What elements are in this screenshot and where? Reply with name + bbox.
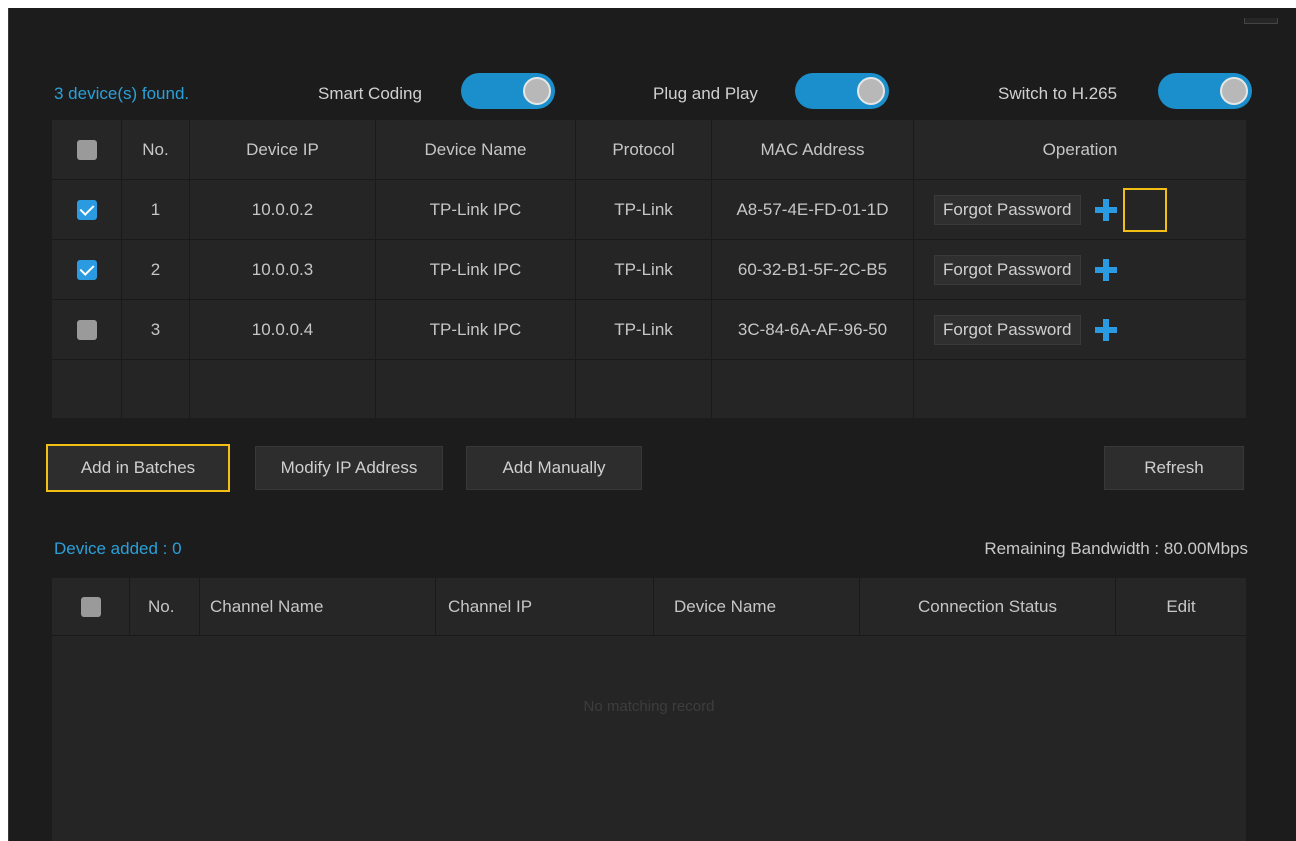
plug-and-play-toggle[interactable] (795, 73, 889, 109)
add-device-plus-icon[interactable] (1094, 318, 1117, 341)
row-checkbox-cell[interactable] (52, 300, 122, 359)
row-checkbox[interactable] (76, 199, 97, 220)
add-device-plus-icon[interactable] (1094, 198, 1117, 221)
row-device-ip: 10.0.0.3 (190, 240, 376, 299)
empty-cell (52, 360, 122, 418)
refresh-button[interactable]: Refresh (1104, 446, 1244, 490)
col-channel-ip: Channel IP (436, 578, 654, 635)
row-device-ip: 10.0.0.2 (190, 180, 376, 239)
toggle-knob (1220, 77, 1248, 105)
row-no: 1 (122, 180, 190, 239)
toggle-knob (857, 77, 885, 105)
row-checkbox-cell[interactable] (52, 240, 122, 299)
forgot-password-button[interactable]: Forgot Password (934, 254, 1081, 285)
smart-coding-label: Smart Coding (318, 84, 422, 103)
row-checkbox-cell[interactable] (52, 180, 122, 239)
empty-cell (576, 360, 712, 418)
row-no: 3 (122, 300, 190, 359)
window-corner-button[interactable] (1244, 18, 1278, 24)
row-checkbox[interactable] (76, 259, 97, 280)
added-devices-table: No. Channel Name Channel IP Device Name … (52, 578, 1246, 841)
col-protocol: Protocol (576, 120, 712, 179)
remaining-bandwidth: Remaining Bandwidth : 80.00Mbps (984, 539, 1248, 558)
table-row[interactable]: 2 10.0.0.3 TP-Link IPC TP-Link 60-32-B1-… (52, 240, 1246, 300)
devices-found-count: 3 device(s) found. (54, 84, 190, 103)
row-mac-address: A8-57-4E-FD-01-1D (712, 180, 914, 239)
row-device-name: TP-Link IPC (376, 300, 576, 359)
row-operation: Forgot Password (914, 300, 1246, 359)
device-added-count: Device added : 0 (54, 539, 182, 558)
row-protocol: TP-Link (576, 300, 712, 359)
empty-cell (376, 360, 576, 418)
select-all-checkbox-cell[interactable] (52, 120, 122, 179)
select-all-checkbox[interactable] (80, 596, 101, 617)
add-in-batches-button[interactable]: Add in Batches (46, 444, 230, 492)
h265-toggle[interactable] (1158, 73, 1252, 109)
empty-table-message: No matching record (583, 698, 715, 715)
empty-cell (914, 360, 1246, 418)
row-mac-address: 3C-84-6A-AF-96-50 (712, 300, 914, 359)
col-edit: Edit (1166, 596, 1196, 616)
row-operation: Forgot Password (914, 240, 1246, 299)
table-row-empty (52, 360, 1246, 418)
row-protocol: TP-Link (576, 240, 712, 299)
col-device-name: Device Name (654, 578, 860, 635)
select-all-checkbox-cell[interactable] (52, 578, 130, 635)
forgot-password-button[interactable]: Forgot Password (934, 194, 1081, 225)
row-operation: Forgot Password (914, 180, 1246, 239)
col-operation: Operation (1042, 139, 1118, 159)
row-mac-address: 60-32-B1-5F-2C-B5 (712, 240, 914, 299)
row-device-ip: 10.0.0.4 (190, 300, 376, 359)
col-mac-address: MAC Address (712, 120, 914, 179)
row-protocol: TP-Link (576, 180, 712, 239)
col-device-name: Device Name (376, 120, 576, 179)
forgot-password-button[interactable]: Forgot Password (934, 314, 1081, 345)
empty-cell (122, 360, 190, 418)
plus-highlight-box (1123, 188, 1167, 232)
modify-ip-address-button[interactable]: Modify IP Address (255, 446, 443, 490)
col-no: No. (122, 120, 190, 179)
table-row[interactable]: 1 10.0.0.2 TP-Link IPC TP-Link A8-57-4E-… (52, 180, 1246, 240)
h265-label: Switch to H.265 (998, 84, 1118, 103)
empty-cell (190, 360, 376, 418)
col-channel-name: Channel Name (200, 578, 436, 635)
empty-cell (712, 360, 914, 418)
row-device-name: TP-Link IPC (376, 180, 576, 239)
row-no: 2 (122, 240, 190, 299)
table-row[interactable]: 3 10.0.0.4 TP-Link IPC TP-Link 3C-84-6A-… (52, 300, 1246, 360)
toggle-knob (523, 77, 551, 105)
smart-coding-toggle[interactable] (461, 73, 555, 109)
select-all-checkbox[interactable] (76, 139, 97, 160)
table-header-row: No. Device IP Device Name Protocol MAC A… (52, 120, 1246, 180)
col-device-ip: Device IP (190, 120, 376, 179)
plug-and-play-label: Plug and Play (653, 84, 758, 103)
row-checkbox[interactable] (76, 319, 97, 340)
col-connection-status: Connection Status (860, 578, 1116, 635)
row-device-name: TP-Link IPC (376, 240, 576, 299)
table-header-row: No. Channel Name Channel IP Device Name … (52, 578, 1246, 636)
col-no: No. (130, 578, 200, 635)
add-device-plus-icon[interactable] (1094, 258, 1117, 281)
add-manually-button[interactable]: Add Manually (466, 446, 642, 490)
discovered-devices-table: No. Device IP Device Name Protocol MAC A… (52, 120, 1246, 418)
